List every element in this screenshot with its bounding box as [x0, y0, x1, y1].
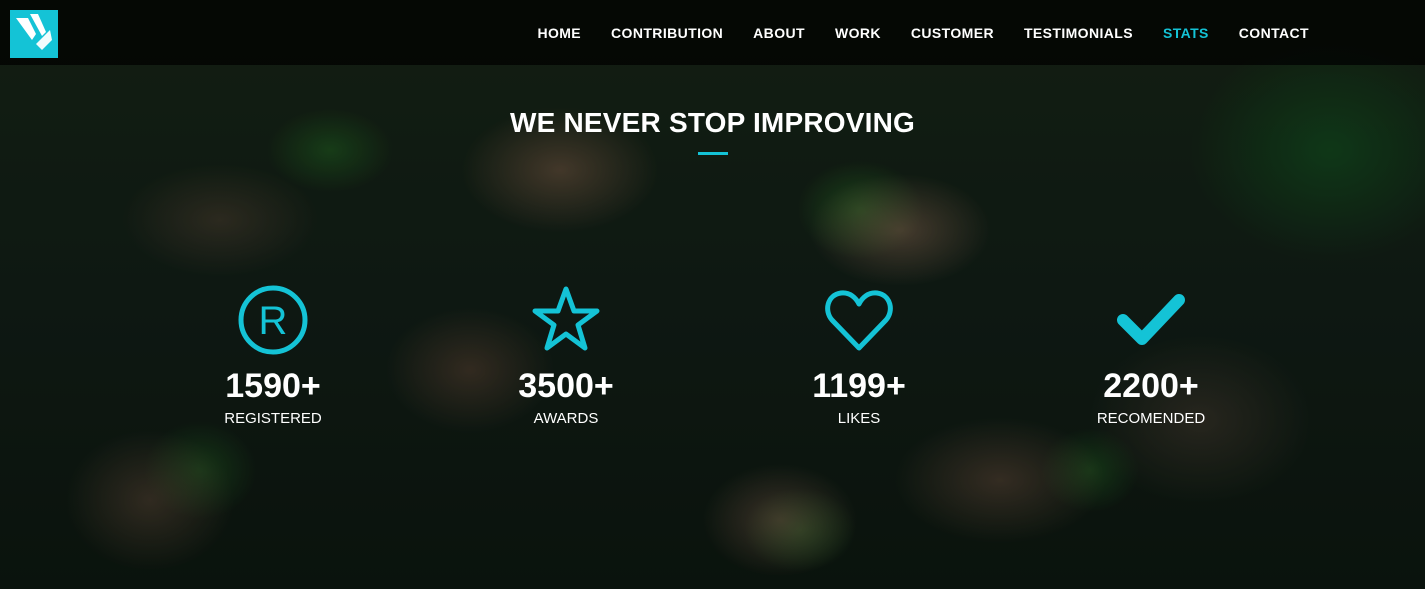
stat-recommended: 2200+ RECOMENDED: [1031, 284, 1271, 427]
nav-customer[interactable]: CUSTOMER: [911, 25, 994, 41]
nav-contact[interactable]: CONTACT: [1239, 25, 1309, 41]
title-divider: [698, 152, 728, 155]
stat-label: RECOMENDED: [1096, 410, 1206, 427]
stat-value: 1590+: [225, 367, 321, 405]
nav-work[interactable]: WORK: [835, 25, 881, 41]
logo[interactable]: [10, 10, 58, 58]
stat-value: 1199+: [812, 367, 906, 405]
nav-about[interactable]: ABOUT: [753, 25, 805, 41]
stat-label: LIKES: [837, 410, 881, 427]
svg-text:R: R: [259, 299, 288, 343]
nav-home[interactable]: HOME: [537, 25, 581, 41]
nav-testimonials[interactable]: TESTIMONIALS: [1024, 25, 1133, 41]
registered-icon: R: [153, 284, 393, 356]
heart-icon: [739, 284, 979, 356]
navbar: HOME CONTRIBUTION ABOUT WORK CUSTOMER TE…: [0, 0, 1425, 65]
stat-label: REGISTERED: [224, 410, 322, 427]
stat-registered: R 1590+ REGISTERED: [153, 284, 393, 427]
stat-likes: 1199+ LIKES: [739, 284, 979, 427]
nav-contribution[interactable]: CONTRIBUTION: [611, 25, 723, 41]
logo-mark-icon: [16, 14, 52, 50]
stat-value: 3500+: [518, 367, 614, 405]
nav-stats[interactable]: STATS: [1163, 25, 1209, 41]
section-title: WE NEVER STOP IMPROVING: [510, 106, 915, 138]
stat-awards: 3500+ AWARDS: [446, 284, 686, 427]
star-icon: [446, 284, 686, 356]
main-nav: HOME CONTRIBUTION ABOUT WORK CUSTOMER TE…: [507, 0, 1309, 65]
stats-page: HOME CONTRIBUTION ABOUT WORK CUSTOMER TE…: [0, 0, 1425, 589]
check-icon: [1031, 284, 1271, 356]
stat-label: AWARDS: [533, 410, 599, 427]
stat-value: 2200+: [1103, 367, 1199, 405]
